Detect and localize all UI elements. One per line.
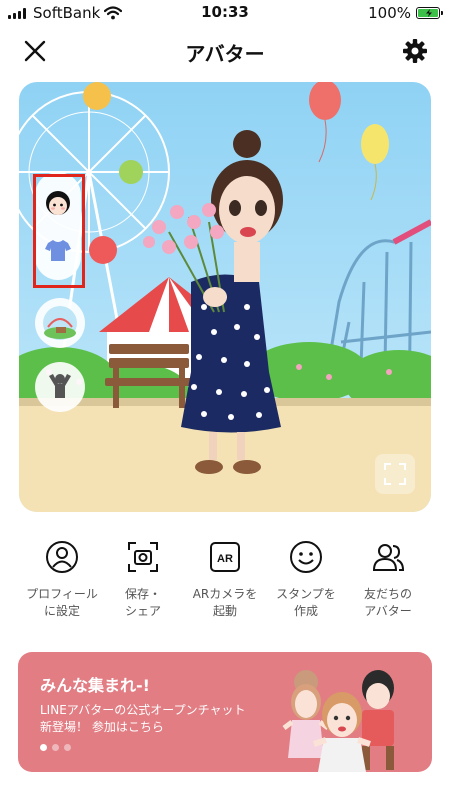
avatar-group-illustration [282,670,394,772]
battery-percent: 100% [368,4,411,22]
save-share-label: 保存・ シェア [124,587,161,618]
friends-avatar-label: 友だちの アバター [363,587,412,618]
page-title: アバター [185,42,265,66]
save-share-button[interactable]: 保存・ シェア [101,540,185,620]
friends-avatar-button[interactable]: 友だちの アバター [346,540,430,620]
ar-camera-button[interactable]: AR ARカメラを 起動 [183,540,267,620]
battery-group: 100% [368,4,443,22]
set-profile-label: プロフィール に設定 [26,587,98,618]
action-row: プロフィール に設定 保存・ シェア AR ARカメラを 起動 スタンプを 作成 [0,540,450,630]
create-sticker-button[interactable]: スタンプを 作成 [264,540,348,620]
carousel-dot-3[interactable] [64,744,71,751]
avatar-stage [19,82,431,512]
banner-title: みんな集まれ-! [40,676,150,695]
fullscreen-button[interactable] [375,454,415,494]
nav-bar: アバター [0,30,450,74]
gear-icon[interactable] [402,38,428,64]
selection-highlight [33,174,85,288]
background-scene-icon [43,306,77,340]
pose-button[interactable] [35,362,85,412]
background-button[interactable] [35,298,85,348]
camera-save-icon [128,542,158,572]
set-profile-button[interactable]: プロフィール に設定 [20,540,104,620]
open-chat-banner[interactable]: みんな集まれ-! LINEアバターの公式オープンチャット 新登場！ 参加はこちら [18,652,432,772]
friends-icon [372,544,405,571]
ar-icon: AR [210,542,240,572]
close-icon[interactable] [22,38,48,64]
carousel-dot-1[interactable] [40,744,47,751]
expand-icon [384,463,406,485]
battery-icon [416,7,443,19]
ar-icon-text: AR [217,553,233,565]
create-sticker-label: スタンプを 作成 [276,587,336,618]
status-bar: SoftBank 10:33 100% [0,0,450,26]
profile-icon [46,541,78,573]
carousel-dot-2[interactable] [52,744,59,751]
carousel-dots [40,744,71,751]
banner-subtitle: LINEアバターの公式オープンチャット 新登場！ 参加はこちら [40,703,246,734]
ar-camera-label: ARカメラを 起動 [192,587,258,618]
pose-icon [49,374,71,398]
smile-icon [290,541,322,573]
amusement-park-background [19,82,431,512]
